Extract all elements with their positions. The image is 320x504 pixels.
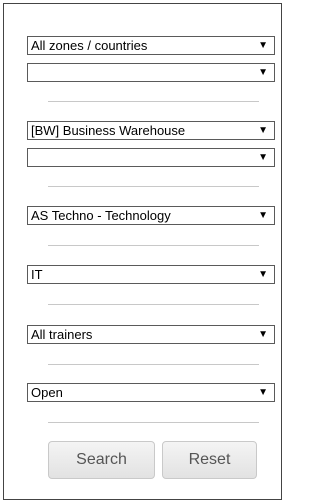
chevron-down-icon: ▼ (258, 210, 268, 221)
divider (48, 304, 259, 305)
status-value: Open (31, 385, 63, 400)
domain-select[interactable]: IT ▼ (27, 265, 275, 284)
status-select[interactable]: Open ▼ (27, 383, 275, 402)
reset-button[interactable]: Reset (162, 441, 257, 479)
sub-business-area-select[interactable]: ▼ (27, 148, 275, 167)
divider (48, 364, 259, 365)
chevron-down-icon: ▼ (258, 67, 268, 78)
domain-value: IT (31, 267, 43, 282)
chevron-down-icon: ▼ (258, 269, 268, 280)
business-area-select[interactable]: [BW] Business Warehouse ▼ (27, 121, 275, 140)
zone-country-value: All zones / countries (31, 38, 148, 53)
sub-zone-select[interactable]: ▼ (27, 63, 275, 82)
search-button[interactable]: Search (48, 441, 155, 479)
chevron-down-icon: ▼ (258, 329, 268, 340)
divider (48, 245, 259, 246)
trainer-select[interactable]: All trainers ▼ (27, 325, 275, 344)
chevron-down-icon: ▼ (258, 152, 268, 163)
business-area-value: [BW] Business Warehouse (31, 123, 186, 138)
divider (48, 186, 259, 187)
chevron-down-icon: ▼ (258, 40, 268, 51)
technology-select[interactable]: AS Techno - Technology ▼ (27, 206, 275, 225)
technology-value: AS Techno - Technology (31, 208, 171, 223)
zone-country-select[interactable]: All zones / countries ▼ (27, 36, 275, 55)
chevron-down-icon: ▼ (258, 387, 268, 398)
trainer-value: All trainers (31, 327, 93, 342)
divider (48, 101, 259, 102)
chevron-down-icon: ▼ (258, 125, 268, 136)
divider (48, 422, 259, 423)
